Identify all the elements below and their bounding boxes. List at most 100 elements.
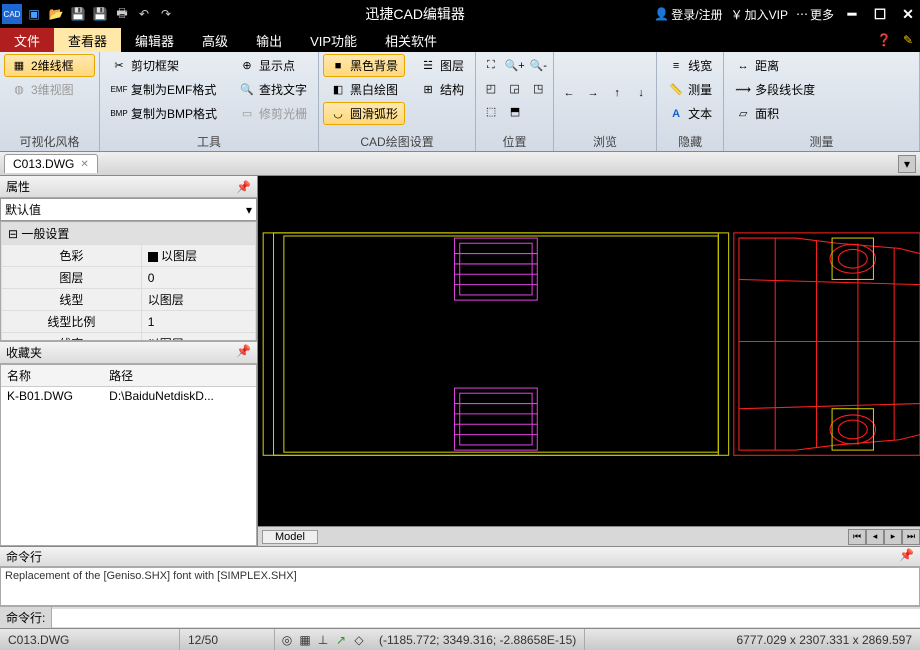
linew-button[interactable]: ≡线宽 [661,54,719,77]
bw-icon: ◧ [330,82,346,98]
help-icon[interactable]: ❓ [872,28,896,52]
print-icon[interactable]: 🖶 [112,4,132,24]
ortho-icon[interactable]: ⊥ [315,632,331,648]
zoom-a-icon[interactable]: ⬚ [480,100,502,122]
tab-next-icon[interactable]: ▸ [884,529,902,545]
favorites-list[interactable]: 名称路径 K-B01.DWGD:\BaiduNetdiskD... [0,364,257,546]
area-button[interactable]: ▱面积 [728,102,915,125]
group-label: 浏览 [558,132,652,151]
struct-button[interactable]: ⊞结构 [413,78,471,101]
tab-first-icon[interactable]: ⏮ [848,529,866,545]
bmp-button[interactable]: BMP复制为BMP格式 [104,102,224,125]
grid-icon[interactable]: ▦ [297,632,313,648]
tab-last-icon[interactable]: ⏭ [902,529,920,545]
pin-icon[interactable]: 📌 [899,548,914,565]
prop-row[interactable]: 图层0 [2,267,256,289]
close-icon[interactable]: ✕ [898,4,918,24]
redo-icon[interactable]: ↷ [156,4,176,24]
prop-row[interactable]: 线型以图层 [2,289,256,311]
osnap-icon[interactable]: ◇ [351,632,367,648]
dist-button[interactable]: ↔距离 [728,54,915,77]
tab-prev-icon[interactable]: ◂ [866,529,884,545]
ruler-icon: 📏 [668,82,684,98]
prop-row[interactable]: 色彩 以图层 [2,245,256,267]
zoom-fit-icon[interactable]: ⛶ [480,54,502,76]
menu-output[interactable]: 输出 [242,28,296,52]
wire2d-button[interactable]: ▦2维线框 [4,54,95,77]
prop-section[interactable]: ⊟ 一般设置 [2,223,256,245]
save-icon[interactable]: 💾 [68,4,88,24]
menu-editor[interactable]: 编辑器 [121,28,188,52]
fav-col-name[interactable]: 名称 [1,365,103,387]
blackbg-icon: ■ [330,58,346,74]
bwdraw-button[interactable]: ◧黑白绘图 [323,78,405,101]
zoom-e-icon[interactable]: ◳ [527,77,549,99]
statusbar: C013.DWG 12/50 ◎ ▦ ⊥ ↗ ◇ (-1185.772; 334… [0,628,920,650]
zoom-p-icon[interactable]: ◲ [504,77,526,99]
menu-viewer[interactable]: 查看器 [54,28,121,52]
wire3d-button[interactable]: ◍3维视图 [4,78,95,101]
cmd-prompt: 命令行: [0,607,52,628]
polar-icon[interactable]: ↗ [333,632,349,648]
prop-row[interactable]: 线宽以图层 [2,333,256,342]
minimize-icon[interactable]: ━ [842,4,862,24]
maximize-icon[interactable]: ☐ [870,4,890,24]
measure-button[interactable]: 📏测量 [661,78,719,101]
more-button[interactable]: ⋯更多 [796,6,834,23]
command-input[interactable] [52,609,920,627]
pin-icon[interactable]: 📌 [236,180,251,194]
struct-icon: ⊞ [420,82,436,98]
emf-icon: EMF [111,82,127,98]
zoom-in-icon[interactable]: 🔍+ [504,54,526,76]
clip-button[interactable]: ✂剪切框架 [104,54,224,77]
open-icon[interactable]: 📂 [46,4,66,24]
undo-icon[interactable]: ↶ [134,4,154,24]
new-icon[interactable]: ▣ [24,4,44,24]
highlight-icon[interactable]: ✎ [896,28,920,52]
menubar: 文件 查看器 编辑器 高级 输出 VIP功能 相关软件 ❓ ✎ [0,28,920,52]
default-combo[interactable]: 默认值 ▾ [0,198,257,221]
zoom-b-icon[interactable]: ⬒ [504,100,526,122]
status-file: C013.DWG [0,629,180,650]
nav-up-icon[interactable]: ↑ [606,82,628,104]
prop-row[interactable]: 线型比例1 [2,311,256,333]
snap-icon[interactable]: ◎ [279,632,295,648]
nav-right-icon[interactable]: → [582,82,604,104]
nav-left-icon[interactable]: ← [558,82,580,104]
findtxt-button[interactable]: 🔍查找文字 [232,78,314,101]
drawing-canvas[interactable]: _ ▢ ✕ [258,176,920,526]
app-title: 迅捷CAD编辑器 [176,4,654,24]
login-button[interactable]: 👤登录/注册 [654,6,722,23]
layer-button[interactable]: ☱图层 [413,54,471,77]
showpt-button[interactable]: ⊕显示点 [232,54,314,77]
ribbon: ▦2维线框 ◍3维视图 可视化风格 ✂剪切框架 EMF复制为EMF格式 BMP复… [0,52,920,152]
menu-file[interactable]: 文件 [0,28,54,52]
tabs-menu-icon[interactable]: ▾ [898,155,916,173]
blackbg-button[interactable]: ■黑色背景 [323,54,405,77]
model-tab[interactable]: Model [262,530,318,544]
zoom-w-icon[interactable]: ◰ [480,77,502,99]
menu-related[interactable]: 相关软件 [371,28,451,52]
vip-button[interactable]: ￥加入VIP [731,6,788,23]
doc-tab-label: C013.DWG [13,157,74,171]
emf-button[interactable]: EMF复制为EMF格式 [104,78,224,101]
doc-tab[interactable]: C013.DWG ✕ [4,154,98,173]
text-button[interactable]: A文本 [661,102,719,125]
ribbon-group-cadset: ■黑色背景 ◧黑白绘图 ◡圆滑弧形 ☱图层 ⊞结构 CAD绘图设置 [319,52,476,151]
polylen-button[interactable]: ⟿多段线长度 [728,78,915,101]
command-log[interactable]: Replacement of the [Geniso.SHX] font wit… [0,567,920,606]
nav-down-icon[interactable]: ↓ [630,82,652,104]
pin-icon[interactable]: 📌 [236,344,251,361]
status-count: 12/50 [180,629,275,650]
property-grid[interactable]: ⊟ 一般设置 色彩 以图层 图层0 线型以图层 线型比例1 线宽以图层 [0,221,257,341]
menu-advanced[interactable]: 高级 [188,28,242,52]
close-tab-icon[interactable]: ✕ [80,159,88,170]
fav-col-path[interactable]: 路径 [103,365,256,387]
menu-vip[interactable]: VIP功能 [296,28,371,52]
arc-button[interactable]: ◡圆滑弧形 [323,102,405,125]
trimhl-button[interactable]: ▭修剪光栅 [232,102,314,125]
saveall-icon[interactable]: 💾 [90,4,110,24]
workarea: 属性 📌 默认值 ▾ ⊟ 一般设置 色彩 以图层 图层0 线型以图层 线型比例1… [0,176,920,546]
fav-row[interactable]: K-B01.DWGD:\BaiduNetdiskD... [1,387,256,406]
zoom-out-icon[interactable]: 🔍- [527,54,549,76]
